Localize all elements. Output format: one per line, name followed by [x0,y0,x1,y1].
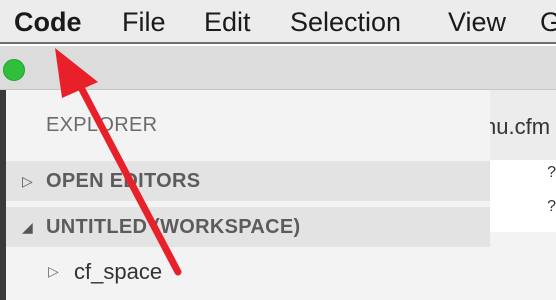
explorer-title: EXPLORER [46,114,158,136]
explorer-sidebar: EXPLORER ▷ OPEN EDITORS ◢ UNTITLED (WORK… [6,90,490,300]
menu-view[interactable]: View [448,0,506,44]
folder-label: cf_space [74,259,163,284]
section-workspace[interactable]: ◢ UNTITLED (WORKSPACE) [6,207,490,247]
editor-edge-glyph: ? [547,164,556,181]
window-title-bar [0,46,556,90]
menu-code[interactable]: Code [14,0,82,44]
menu-edit[interactable]: Edit [204,0,251,44]
editor-body: ? ? [490,160,556,232]
section-label: UNTITLED (WORKSPACE) [46,215,301,238]
editor-edge-glyph: ? [547,198,556,215]
collapsed-chevron-icon: ▷ [48,263,59,279]
macos-menu-bar: Code File Edit Selection View G [0,0,556,44]
menu-cut-off[interactable]: G [540,0,556,44]
menu-selection[interactable]: Selection [290,0,401,44]
maximize-button[interactable] [3,59,25,81]
collapsed-chevron-icon: ▷ [22,172,33,189]
menu-file[interactable]: File [122,0,166,44]
section-label: OPEN EDITORS [46,169,201,192]
editor-tab[interactable]: nu.cfm [490,90,556,160]
editor-lower-area [490,232,556,300]
folder-item-cf-space[interactable]: ▷ cf_space [6,253,490,293]
expanded-chevron-icon: ◢ [22,218,33,235]
section-open-editors[interactable]: ▷ OPEN EDITORS [6,161,490,201]
editor-tab-label: nu.cfm [490,114,551,139]
